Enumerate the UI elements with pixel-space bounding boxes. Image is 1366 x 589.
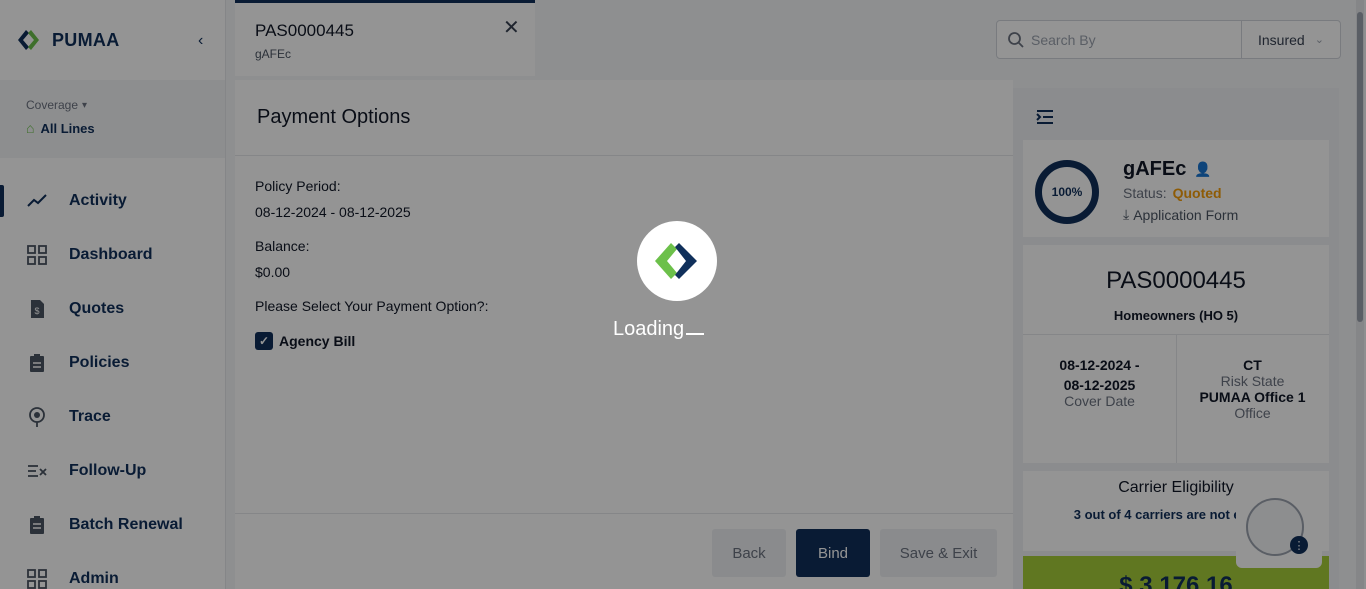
loading-text: Loading bbox=[613, 318, 705, 341]
pumaa-logo bbox=[655, 243, 697, 279]
loading-label: Loading bbox=[613, 318, 685, 340]
loading-dots bbox=[686, 333, 705, 335]
loading-spinner bbox=[637, 221, 717, 301]
